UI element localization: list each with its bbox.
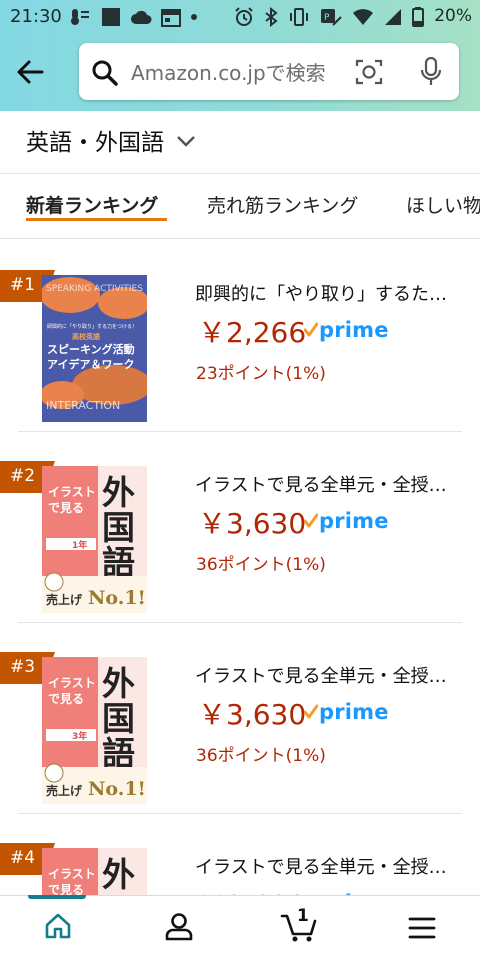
status-bar: 21:30 P 20%	[0, 0, 480, 34]
product-points: 36ポイント(1%)	[196, 746, 326, 766]
cart-count: 1	[297, 906, 309, 926]
back-arrow-icon[interactable]	[14, 56, 46, 88]
prime-check-icon	[304, 513, 318, 528]
more-dot-icon	[191, 14, 197, 20]
notification-icons	[70, 7, 198, 27]
search-bar[interactable]: Amazon.co.jpで検索	[79, 43, 459, 100]
ranking-item[interactable]: #1 SPEAKING ACTIVITIES 即興的に「やり取り」する力をつける…	[0, 240, 480, 431]
product-title[interactable]: イラストで見る全単元・全授業のすべて	[195, 471, 463, 497]
product-title[interactable]: イラストで見る全単元・全授業のすべて	[195, 853, 463, 879]
system-icons: P	[234, 7, 424, 27]
svg-text:No.1!: No.1!	[88, 778, 146, 800]
svg-text:1年: 1年	[72, 539, 87, 551]
ranking-item[interactable]: #4 外 イラスト で見る イラストで見る全単元・全授業のすべて ￥3,630 …	[0, 813, 480, 895]
data-saver-icon: P	[321, 9, 342, 26]
svg-text:3年: 3年	[72, 730, 87, 742]
category-selector[interactable]: 英語・外国語	[0, 111, 480, 173]
cloud-icon	[131, 10, 152, 24]
svg-text:売上げ: 売上げ	[46, 592, 83, 607]
category-title: 英語・外国語	[26, 130, 164, 156]
calendar-icon	[161, 9, 181, 27]
microphone-icon[interactable]	[419, 57, 443, 87]
svg-text:P: P	[324, 13, 330, 23]
prime-label: prime	[319, 700, 389, 724]
svg-text:外: 外	[102, 473, 135, 512]
app-square-icon	[102, 8, 120, 26]
product-points: 23ポイント(1%)	[196, 364, 326, 384]
search-icon	[92, 60, 118, 86]
svg-text:スピーキング活動: スピーキング活動	[47, 342, 135, 356]
tab-new-ranking[interactable]: 新着ランキング	[26, 191, 158, 218]
book-cover-image[interactable]: 外 国 語 イラスト で見る 1年 売上げ No.1!	[42, 466, 147, 613]
product-title[interactable]: イラストで見る全単元・全授業のすべて	[195, 662, 463, 688]
battery-icon	[412, 7, 424, 27]
svg-text:INTERACTION: INTERACTION	[46, 399, 120, 412]
active-nav-indicator	[28, 895, 86, 899]
svg-text:イラスト: イラスト	[48, 867, 96, 881]
book-cover-image[interactable]: 外 国 語 イラスト で見る 3年 売上げ No.1!	[42, 657, 147, 804]
svg-text:即興的に「やり取り」する力をつける！: 即興的に「やり取り」する力をつける！	[47, 323, 137, 330]
chevron-down-icon	[177, 136, 195, 147]
active-tab-indicator	[26, 218, 167, 221]
home-icon[interactable]	[44, 912, 72, 940]
svg-text:外: 外	[102, 664, 135, 703]
svg-text:国: 国	[102, 699, 135, 738]
svg-text:SPEAKING ACTIVITIES: SPEAKING ACTIVITIES	[46, 284, 143, 294]
tab-wishlist-ranking[interactable]: ほしい物	[406, 191, 480, 218]
signal-icon	[385, 9, 401, 25]
item-divider	[18, 813, 462, 814]
search-input[interactable]: Amazon.co.jpで検索	[131, 57, 326, 86]
bluetooth-icon	[265, 7, 278, 27]
bottom-navigation: 1	[0, 895, 480, 960]
account-icon[interactable]	[164, 912, 194, 942]
prime-label: prime	[319, 318, 389, 342]
product-price: ￥3,630	[198, 507, 307, 540]
status-time: 21:30	[10, 6, 62, 27]
prime-badge: prime	[304, 509, 389, 533]
book-cover-image[interactable]: SPEAKING ACTIVITIES 即興的に「やり取り」する力をつける！ 高…	[42, 275, 147, 422]
ranking-tabs: 新着ランキング 売れ筋ランキング ほしい物	[0, 173, 480, 239]
item-divider	[18, 431, 462, 432]
ranking-item[interactable]: #2 外 国 語 イラスト で見る 1年 売上げ No.1! イラストで見る全単…	[0, 431, 480, 622]
product-price: ￥2,266	[198, 316, 307, 349]
svg-text:No.1!: No.1!	[88, 587, 146, 609]
alarm-icon	[235, 7, 253, 26]
book-cover-image[interactable]: 外 イラスト で見る	[42, 848, 147, 895]
prime-check-icon	[304, 704, 318, 719]
tab-bestseller-ranking[interactable]: 売れ筋ランキング	[207, 191, 358, 218]
product-price: ￥3,630	[198, 884, 306, 895]
prime-check-icon	[304, 322, 318, 337]
svg-text:イラスト: イラスト	[48, 676, 96, 690]
temperature-icon	[71, 9, 89, 25]
product-points: 36ポイント(1%)	[196, 555, 326, 575]
svg-text:アイデア＆ワーク: アイデア＆ワーク	[47, 357, 134, 371]
svg-text:国: 国	[102, 508, 135, 547]
svg-text:で見る: で見る	[48, 691, 84, 706]
product-title[interactable]: 即興的に「やり取り」するための英語表現	[195, 280, 463, 306]
camera-search-icon[interactable]	[355, 58, 383, 86]
svg-text:で見る: で見る	[48, 500, 84, 515]
wifi-icon	[353, 9, 373, 25]
battery-percent: 20%	[434, 6, 472, 26]
svg-text:外: 外	[102, 855, 135, 894]
item-divider	[18, 622, 462, 623]
svg-text:売上げ: 売上げ	[46, 783, 83, 798]
prime-label: prime	[319, 509, 389, 533]
menu-icon[interactable]	[408, 916, 436, 940]
svg-text:高校英語: 高校英語	[72, 332, 100, 341]
cart-button[interactable]: 1	[280, 906, 320, 944]
prime-badge: prime	[304, 318, 389, 342]
ranking-item[interactable]: #3 外 国 語 イラスト で見る 3年 売上げ No.1! イラストで見る全単…	[0, 622, 480, 813]
svg-text:イラスト: イラスト	[48, 485, 96, 499]
svg-text:で見る: で見る	[48, 882, 84, 895]
app-header: 21:30 P 20% Amazon.co.jpで検索	[0, 0, 480, 111]
product-price: ￥3,630	[198, 698, 307, 731]
prime-badge: prime	[304, 700, 389, 724]
vibrate-icon	[290, 8, 308, 26]
